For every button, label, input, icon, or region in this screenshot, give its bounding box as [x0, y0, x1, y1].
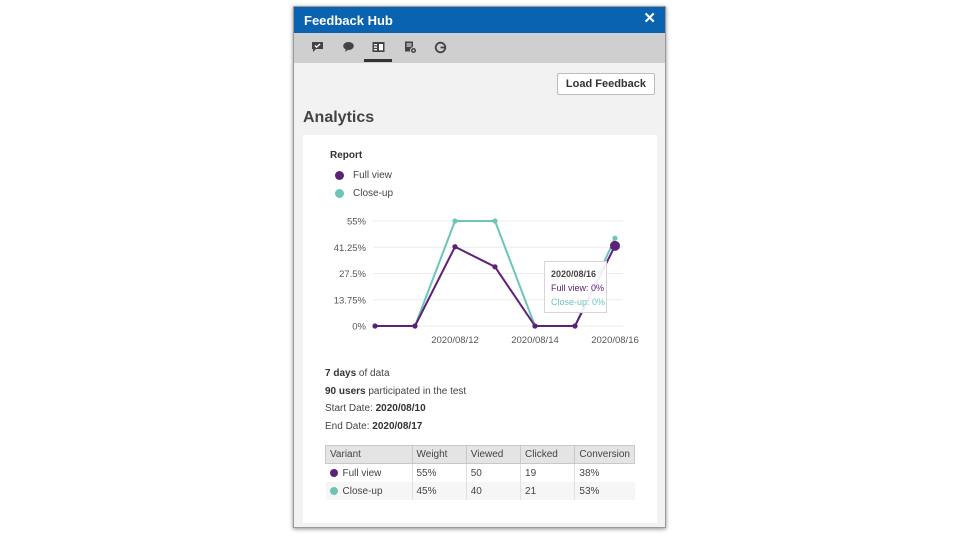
viewed-cell: 50 — [465, 463, 521, 482]
report-icon[interactable] — [364, 37, 392, 62]
table-row[interactable]: Close-up 45% 40 21 53% — [325, 482, 635, 500]
data-point — [612, 235, 618, 241]
column-header[interactable]: Variant — [325, 445, 413, 464]
data-point — [610, 240, 620, 251]
feedback-hub-window: Feedback Hub ✕ Load Feedback Analytics R… — [293, 6, 666, 528]
data-point — [452, 244, 458, 250]
column-header[interactable]: Viewed — [465, 445, 522, 464]
x-tick-label: 2020/08/12 — [431, 335, 479, 346]
tooltip-full-view: Full view: 0% — [551, 283, 605, 293]
days-text: of data — [356, 368, 390, 379]
users-text: participated in the test — [365, 386, 467, 397]
close-icon[interactable]: ✕ — [643, 11, 656, 27]
summary-days: 7 days of data — [325, 368, 390, 379]
y-tick-label: 0% — [352, 322, 366, 333]
x-tick-label: 2020/08/14 — [511, 335, 559, 346]
clicked-cell: 21 — [520, 482, 575, 500]
variant-name: Full view — [342, 467, 382, 479]
summary-start-date: Start Date: 2020/08/10 — [325, 403, 426, 414]
line-chart: 55% 41.25% 27.5% 13.75% 0% 2020/08/12 2020/08/… — [334, 217, 639, 347]
column-header[interactable]: Clicked — [520, 445, 576, 464]
x-tick-label: 2020/08/16 — [591, 335, 639, 346]
table-header-row: Variant Weight Viewed Clicked Conversion — [325, 445, 635, 464]
window-title: Feedback Hub — [304, 13, 393, 28]
summary-users: 90 users participated in the test — [325, 386, 466, 397]
data-point — [532, 323, 538, 329]
table-row[interactable]: Full view 55% 50 19 38% — [326, 463, 635, 483]
users-count: 90 users — [325, 386, 366, 397]
y-tick-label: 55% — [347, 217, 367, 228]
data-point — [492, 218, 498, 224]
tooltip-close-up: Close-up: 0% — [551, 297, 606, 307]
column-header[interactable]: Conversion — [574, 445, 635, 464]
end-date-value: 2020/08/17 — [372, 421, 423, 432]
y-tick-label: 41.25% — [334, 243, 367, 254]
variant-marker — [329, 486, 338, 495]
variant-cell: Close-up — [325, 482, 412, 500]
data-point — [572, 323, 578, 329]
weight-cell: 55% — [411, 463, 467, 482]
clicked-cell: 19 — [520, 463, 575, 482]
viewed-cell: 40 — [465, 482, 521, 500]
toolbar — [294, 33, 665, 63]
variant-cell: Full view — [326, 464, 413, 483]
chart-tooltip: 2020/08/16 Full view: 0% Close-up: 0% — [544, 261, 607, 313]
data-point — [452, 218, 458, 224]
feedback-icon[interactable] — [306, 37, 328, 57]
variant-marker — [329, 468, 338, 477]
refresh-icon[interactable] — [429, 37, 451, 57]
end-date-label: End Date: — [325, 421, 373, 432]
report-card: Report Full view Close-up 55% 41.25% 27.5%… — [303, 135, 657, 523]
variants-table: Variant Weight Viewed Clicked Conversion… — [325, 445, 635, 500]
tooltip-date: 2020/08/16 — [551, 269, 597, 279]
start-date-value: 2020/08/10 — [375, 403, 426, 414]
document-settings-icon[interactable] — [399, 37, 421, 57]
data-point — [412, 323, 418, 329]
content-area: Load Feedback Analytics Report Full view… — [294, 63, 665, 527]
days-count: 7 days — [325, 368, 357, 379]
page-title: Analytics — [303, 109, 375, 126]
conversion-cell: 53% — [574, 482, 635, 500]
title-bar: Feedback Hub ✕ — [294, 7, 665, 33]
y-tick-label: 13.75% — [334, 295, 367, 306]
data-point — [372, 323, 378, 329]
conversion-cell: 38% — [574, 463, 635, 482]
column-header[interactable]: Weight — [411, 445, 467, 464]
variant-name: Close-up — [342, 485, 383, 497]
y-tick-label: 27.5% — [339, 269, 366, 280]
load-feedback-button[interactable]: Load Feedback — [556, 73, 655, 95]
start-date-label: Start Date: — [325, 403, 376, 414]
chat-icon[interactable] — [337, 37, 359, 57]
weight-cell: 45% — [411, 482, 467, 500]
data-point — [492, 264, 498, 270]
summary-end-date: End Date: 2020/08/17 — [325, 421, 422, 432]
